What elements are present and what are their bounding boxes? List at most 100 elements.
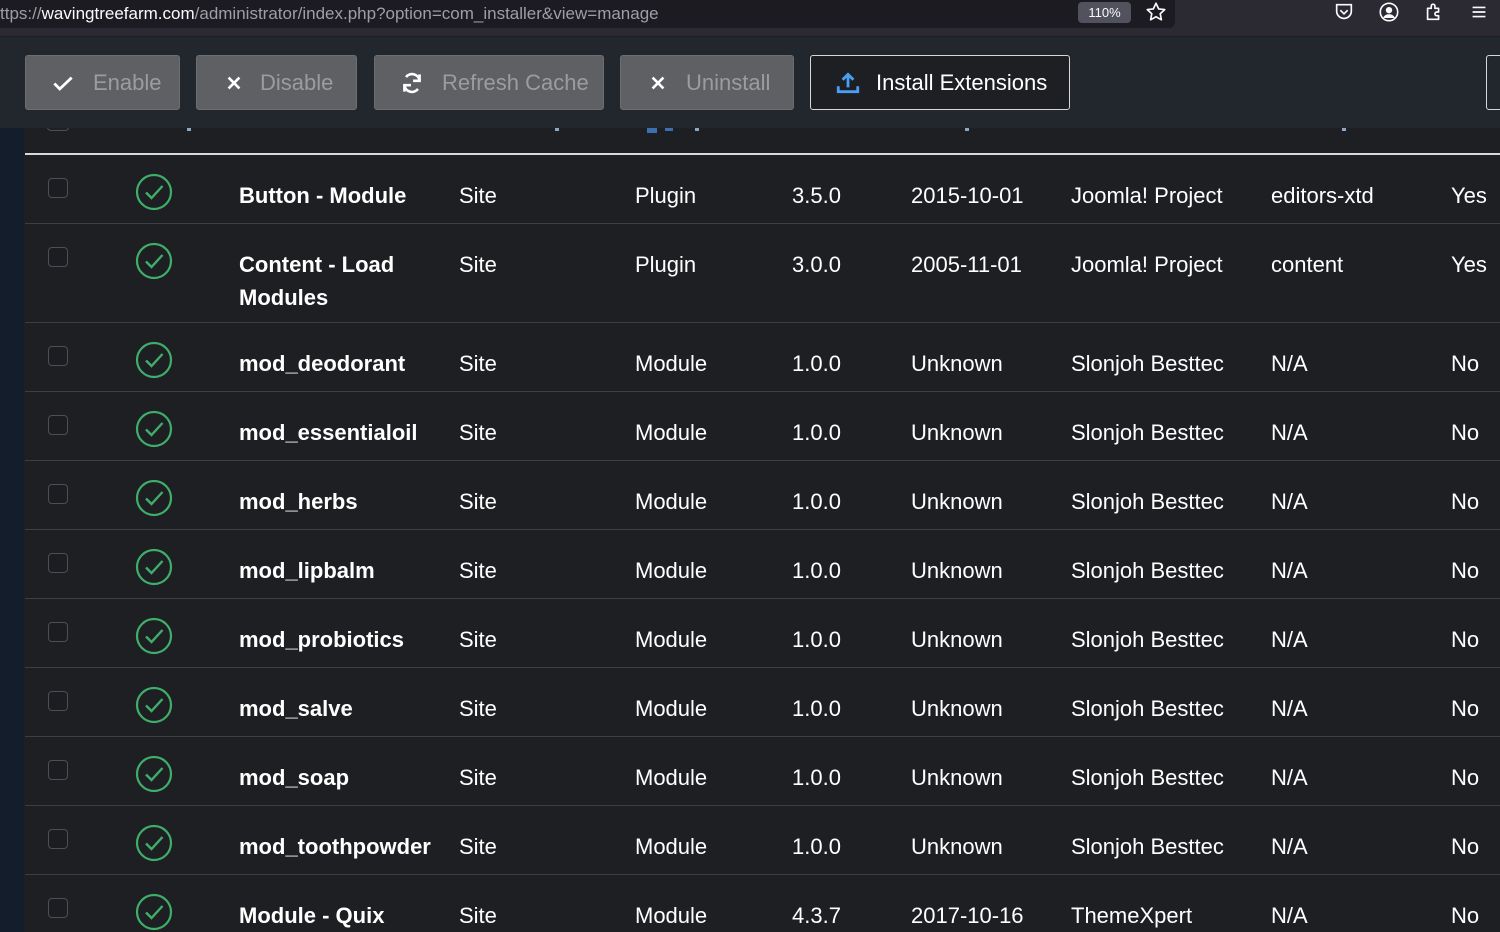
extension-name[interactable]: mod_toothpowder <box>239 830 431 863</box>
location-cell: Site <box>459 183 497 208</box>
extension-name[interactable]: mod_probiotics <box>239 623 429 656</box>
enabled-check-icon[interactable] <box>135 479 173 517</box>
table-row[interactable]: mod_probiotics Site Module 1.0.0 Unknown Slon… <box>25 599 1500 668</box>
date-cell: 2017-10-16 <box>911 903 1024 928</box>
sidebar-edge <box>0 128 24 932</box>
row-checkbox[interactable] <box>48 346 68 366</box>
extensions-icon[interactable] <box>1423 1 1445 23</box>
extension-name[interactable]: Content - Load Modules <box>239 248 429 314</box>
date-cell: Unknown <box>911 420 1003 445</box>
core-cell: No <box>1451 558 1480 583</box>
row-checkbox[interactable] <box>48 898 68 918</box>
date-cell: Unknown <box>911 627 1003 652</box>
type-cell: Module <box>635 903 708 928</box>
row-checkbox[interactable] <box>48 247 68 267</box>
table-row[interactable]: mod_essentialoil Site Module 1.0.0 Unknown Sl… <box>25 392 1500 461</box>
row-checkbox[interactable] <box>48 415 68 435</box>
close-icon <box>651 76 665 89</box>
table-row[interactable]: mod_soap Site Module 1.0.0 Unknown Slonjoh Be… <box>25 737 1500 806</box>
version-cell: 1.0.0 <box>792 627 841 652</box>
extension-name[interactable]: mod_lipbalm <box>239 554 429 587</box>
enabled-check-icon[interactable] <box>135 548 173 586</box>
row-checkbox[interactable] <box>48 178 68 198</box>
date-cell: Unknown <box>911 834 1003 859</box>
core-cell: No <box>1451 420 1480 445</box>
date-cell: 2015-10-01 <box>911 183 1024 208</box>
enabled-check-icon[interactable] <box>135 824 173 862</box>
extension-name[interactable]: Module - Quix <box>239 899 429 932</box>
url-path: /administrator/index.php?option=com_inst… <box>194 4 659 23</box>
row-checkbox[interactable] <box>48 622 68 642</box>
date-cell: 2005-11-01 <box>911 252 1022 277</box>
type-cell: Plugin <box>635 252 697 277</box>
menu-icon[interactable] <box>1468 1 1490 23</box>
enabled-check-icon[interactable] <box>135 242 173 280</box>
uninstall-button[interactable]: Uninstall <box>620 55 794 110</box>
extension-name[interactable]: Button - Module <box>239 179 429 212</box>
author-cell: Slonjoh Besttec <box>1071 489 1224 514</box>
author-cell: Joomla! Project <box>1071 252 1223 277</box>
location-cell: Site <box>459 558 497 583</box>
url-text[interactable]: ttps://wavingtreefarm.com/administrator/… <box>0 4 659 24</box>
table-row[interactable]: mod_herbs Site Module 1.0.0 Unknown Slonjoh B… <box>25 461 1500 530</box>
author-cell: Slonjoh Besttec <box>1071 765 1224 790</box>
location-cell: Site <box>459 252 497 277</box>
enabled-check-icon[interactable] <box>135 617 173 655</box>
uninstall-label: Uninstall <box>686 69 771 95</box>
type-cell: Module <box>635 627 708 652</box>
enabled-check-icon[interactable] <box>135 341 173 379</box>
extension-name[interactable]: mod_deodorant <box>239 347 429 380</box>
version-cell: 3.0.0 <box>792 252 841 277</box>
enabled-check-icon[interactable] <box>135 686 173 724</box>
row-checkbox[interactable] <box>48 553 68 573</box>
folder-cell: editors-xtd <box>1271 183 1374 208</box>
version-cell: 1.0.0 <box>792 558 841 583</box>
close-icon <box>227 76 241 89</box>
table-row[interactable]: mod_toothpowder Site Module 1.0.0 Unknown Slo… <box>25 806 1500 875</box>
extension-name[interactable]: mod_soap <box>239 761 429 794</box>
date-cell: Unknown <box>911 696 1003 721</box>
enabled-check-icon[interactable] <box>135 893 173 931</box>
bookmark-star-icon[interactable] <box>1145 1 1167 23</box>
type-cell: Module <box>635 834 708 859</box>
date-cell: Unknown <box>911 558 1003 583</box>
version-cell: 1.0.0 <box>792 351 841 376</box>
row-checkbox[interactable] <box>48 484 68 504</box>
location-cell: Site <box>459 903 497 928</box>
table-row[interactable]: mod_deodorant Site Module 1.0.0 Unknown Slonj… <box>25 323 1500 392</box>
extensions-table: Button - Module Site Plugin 3.5.0 2015-10-01… <box>25 128 1500 932</box>
location-cell: Site <box>459 489 497 514</box>
table-row[interactable]: Button - Module Site Plugin 3.5.0 2015-10-01… <box>25 155 1500 224</box>
author-cell: ThemeXpert <box>1071 903 1193 928</box>
extension-name[interactable]: mod_herbs <box>239 485 429 518</box>
folder-cell: N/A <box>1271 489 1308 514</box>
enabled-check-icon[interactable] <box>135 755 173 793</box>
install-extensions-button[interactable]: Install Extensions <box>810 55 1070 110</box>
core-cell: No <box>1451 765 1480 790</box>
row-checkbox[interactable] <box>48 760 68 780</box>
table-row[interactable]: Content - Load Modules Site Plugin 3.0.0 200… <box>25 224 1500 323</box>
pocket-icon[interactable] <box>1333 1 1355 23</box>
author-cell: Slonjoh Besttec <box>1071 627 1224 652</box>
zoom-level-badge[interactable]: 110% <box>1078 2 1131 23</box>
address-bar[interactable]: ttps://wavingtreefarm.com/administrator/… <box>0 0 1175 28</box>
account-icon[interactable] <box>1378 1 1400 23</box>
version-cell: 1.0.0 <box>792 834 841 859</box>
core-cell: Yes <box>1451 183 1487 208</box>
options-button[interactable] <box>1486 55 1500 110</box>
table-row[interactable]: mod_lipbalm Site Module 1.0.0 Unknown Slonjoh… <box>25 530 1500 599</box>
enabled-check-icon[interactable] <box>135 173 173 211</box>
refresh-cache-button[interactable]: Refresh Cache <box>374 55 604 110</box>
extension-name[interactable]: mod_salve <box>239 692 429 725</box>
url-host: wavingtreefarm.com <box>41 4 195 23</box>
row-checkbox[interactable] <box>48 829 68 849</box>
table-row[interactable]: Module - Quix Site Module 4.3.7 2017-10-16 Th… <box>25 875 1500 932</box>
row-checkbox[interactable] <box>48 691 68 711</box>
enabled-check-icon[interactable] <box>135 410 173 448</box>
version-cell: 1.0.0 <box>792 420 841 445</box>
extension-name[interactable]: mod_essentialoil <box>239 416 429 449</box>
enable-button[interactable]: Enable <box>25 55 180 110</box>
table-row[interactable]: mod_salve Site Module 1.0.0 Unknown Slonjoh B… <box>25 668 1500 737</box>
refresh-icon <box>403 72 421 93</box>
disable-button[interactable]: Disable <box>196 55 357 110</box>
